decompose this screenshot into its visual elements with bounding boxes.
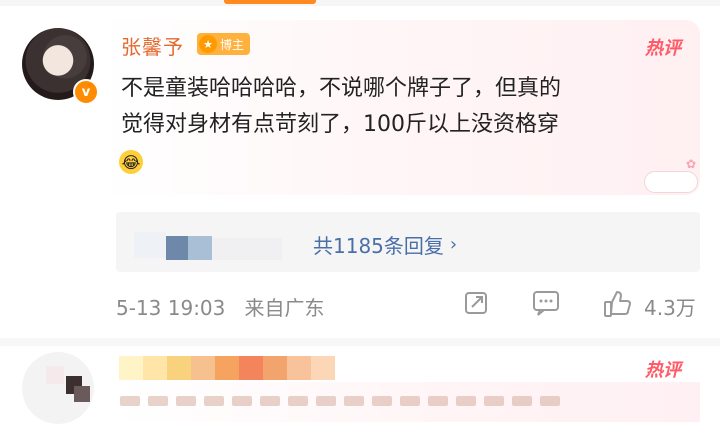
like-button[interactable] (603, 290, 631, 317)
top-tab-strip (0, 0, 720, 6)
comment-bubble-icon (533, 291, 559, 316)
blurred-reply-avatar (166, 236, 188, 260)
blurred-reply-avatar (188, 236, 212, 260)
cat-sticker-icon: ✿ (636, 157, 698, 193)
blurred-name-block (239, 356, 263, 380)
host-badge: ★ 博主 (197, 33, 251, 55)
share-icon (465, 292, 487, 314)
blurred-reply-name (212, 238, 282, 260)
crying-laughing-emoji-icon: 😂 (119, 150, 143, 174)
share-button[interactable] (463, 290, 489, 316)
blurred-name-block (311, 356, 335, 380)
comment-divider (0, 338, 720, 346)
comment-line-2: 觉得对身材有点苛刻了，100斤以上没资格穿 (121, 112, 559, 137)
blurred-name-block (143, 356, 167, 380)
chevron-right-icon: › (449, 234, 458, 255)
hot-comment-badge: 热评 (645, 360, 681, 381)
blurred-comment-text (120, 396, 680, 408)
host-badge-label: 博主 (220, 37, 245, 52)
username[interactable]: 张馨予 (121, 31, 184, 60)
hot-comment-badge: 热评 (645, 38, 681, 59)
crown-icon: ★ (199, 35, 217, 53)
thumbs-up-icon (604, 291, 631, 317)
blurred-reply-avatar (134, 232, 166, 258)
comment-button[interactable] (532, 290, 559, 316)
blurred-name-block (119, 356, 143, 380)
avatar[interactable] (22, 352, 94, 424)
blurred-name-block (167, 356, 191, 380)
verified-badge-icon: v (73, 79, 99, 105)
view-replies-link[interactable]: 共1185条回复 › (313, 230, 457, 259)
comment-timestamp: 5-13 19:03 (116, 296, 226, 320)
comment-meta: 5-13 19:03 来自广东 (116, 292, 324, 321)
comment-location: 来自广东 (244, 296, 325, 320)
blurred-username (119, 356, 335, 380)
like-count: 4.3万 (644, 296, 696, 320)
comment-line-1: 不是童装哈哈哈哈，不说哪个牌子了，但真的 (121, 76, 562, 101)
replies-count-label: 共1185条回复 (313, 234, 444, 258)
blurred-name-block (263, 356, 287, 380)
comment-text: 不是童装哈哈哈哈，不说哪个牌子了，但真的 觉得对身材有点苛刻了，100斤以上没资… (121, 71, 661, 143)
blurred-name-block (215, 356, 239, 380)
blurred-name-block (287, 356, 311, 380)
blurred-name-block (191, 356, 215, 380)
active-tab-indicator (224, 0, 316, 4)
